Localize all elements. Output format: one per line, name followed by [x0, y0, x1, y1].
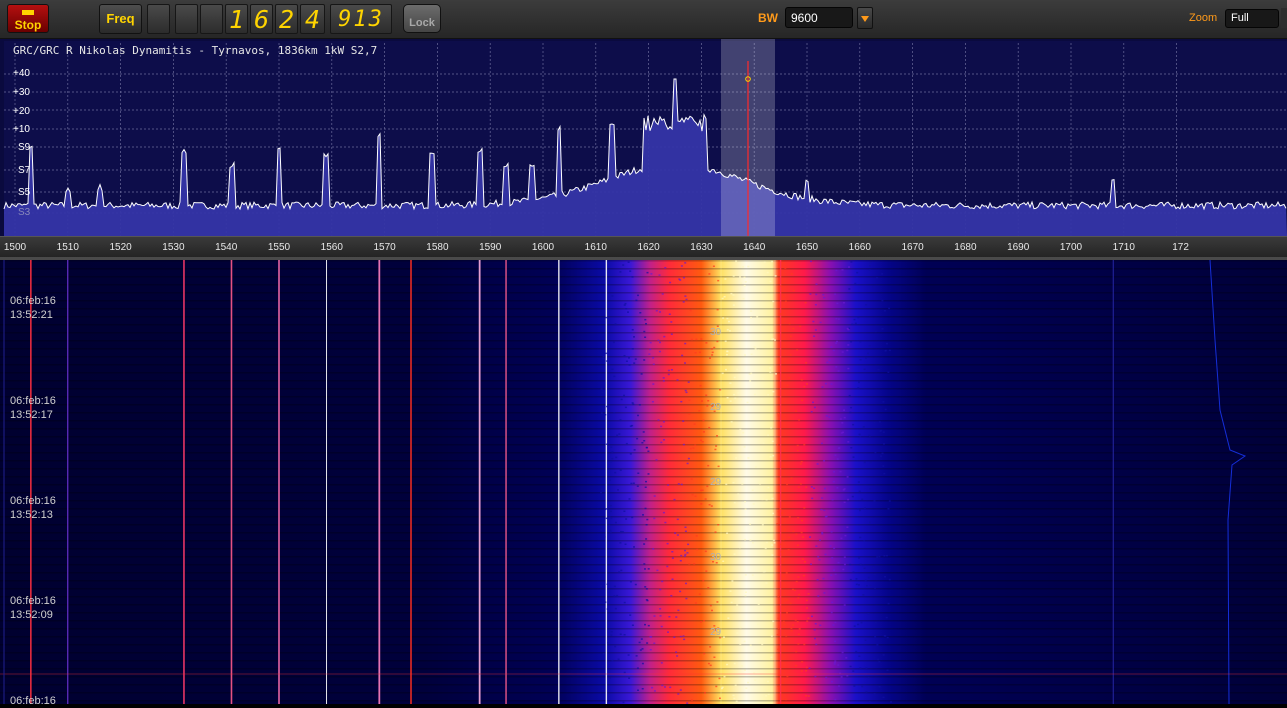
timestamp-item: 06:feb:16 [10, 694, 56, 708]
bw-input[interactable]: 9600 [785, 7, 853, 28]
freq-digit-5[interactable]: 6 [250, 4, 273, 34]
waterfall-display[interactable] [0, 260, 1287, 704]
freq-digit-2[interactable] [175, 4, 198, 34]
freq-tick-label: 1640 [743, 242, 766, 253]
freq-tick-label: 1560 [320, 242, 343, 253]
freq-digit-7[interactable]: 4 [300, 4, 325, 34]
zoom-select[interactable]: Full [1225, 9, 1279, 28]
timestamp-time: 13:52:13 [10, 509, 53, 521]
lock-button[interactable]: Lock [403, 4, 441, 33]
level-label: S9 [18, 142, 31, 153]
level-label: +20 [13, 106, 30, 117]
waterfall-marker: 29 [710, 477, 722, 488]
freq-digit-4[interactable]: 1 [225, 4, 248, 34]
lock-button-label: Lock [409, 17, 435, 29]
bw-dropdown-button[interactable] [857, 7, 873, 29]
freq-tick-label: 1500 [3, 242, 27, 253]
freq-tick-label: 1680 [954, 242, 977, 253]
chevron-down-icon [861, 16, 869, 22]
waterfall-marker: 29 [710, 627, 722, 638]
level-label: +40 [13, 68, 30, 79]
bw-label: BW [758, 11, 778, 25]
freq-tick-label: 1540 [215, 242, 238, 253]
freq-tick-label: 1700 [1059, 242, 1083, 253]
freq-tick-label: 1510 [56, 242, 79, 253]
freq-tick-label: 1650 [795, 242, 819, 253]
freq-tick-label: 1530 [162, 242, 185, 253]
stop-lamp-icon [22, 10, 34, 15]
freq-tick-label: 1600 [531, 242, 555, 253]
spectrum-display[interactable] [0, 39, 1287, 256]
level-label: +30 [13, 87, 30, 98]
freq-tick-label: 1690 [1007, 242, 1030, 253]
level-label: +10 [13, 124, 30, 135]
freq-tick-label: 1660 [848, 242, 871, 253]
level-label: S5 [18, 187, 31, 198]
timestamp-date: 06:feb:16 [10, 295, 56, 307]
waterfall-marker: 30 [710, 552, 722, 563]
level-label: S3 [18, 207, 31, 218]
timestamp-date: 06:feb:16 [10, 595, 56, 607]
freq-digit-3[interactable] [200, 4, 223, 34]
freq-tick-label: 1670 [901, 242, 924, 253]
timestamp-date: 06:feb:16 [10, 395, 56, 407]
level-label: S7 [18, 165, 31, 176]
frequency-scale[interactable]: 1500 1510 1520 1530 1540 1550 1560 1570 1580 1590… [0, 236, 1287, 259]
toolbar: Stop Freq 1 6 2 4 913 Lock BW 9600 Zoom … [0, 0, 1287, 39]
timestamp-time: 13:52:21 [10, 309, 53, 321]
freq-tick-label: 1620 [637, 242, 660, 253]
timestamp-time: 13:52:09 [10, 609, 53, 621]
freq-digit-1[interactable] [147, 4, 170, 34]
waterfall-marker: 29 [710, 402, 722, 413]
stop-button-label: Stop [14, 18, 42, 32]
freq-tick-label: 1590 [479, 242, 502, 253]
stop-button[interactable]: Stop [7, 4, 49, 33]
freq-tick-label: 1520 [109, 242, 132, 253]
waterfall-marker: 30 [710, 327, 722, 338]
timestamp-item: 06:feb:16 13:52:17 [10, 394, 56, 422]
freq-tick-label: 172 [1172, 242, 1189, 253]
zoom-label: Zoom [1189, 12, 1218, 24]
freq-tick-label: 1580 [426, 242, 449, 253]
station-info: GRC/GRC R Nikolas Dynamitis - Tyrnavos, … [13, 44, 378, 57]
timestamp-item: 06:feb:16 13:52:09 [10, 594, 56, 622]
freq-digit-6[interactable]: 2 [275, 4, 298, 34]
timestamp-item: 06:feb:16 13:52:21 [10, 294, 56, 322]
timestamp-date: 06:feb:16 [10, 495, 56, 507]
freq-tick-label: 1570 [373, 242, 396, 253]
zoom-dropdown-button[interactable] [1281, 8, 1287, 28]
freq-sub-digits[interactable]: 913 [330, 4, 392, 34]
freq-button[interactable]: Freq [99, 4, 142, 34]
timestamp-date: 06:feb:16 [10, 695, 56, 707]
freq-tick-label: 1610 [584, 242, 607, 253]
freq-tick-label: 1710 [1112, 242, 1135, 253]
freq-tick-label: 1550 [267, 242, 291, 253]
timestamp-item: 06:feb:16 13:52:13 [10, 494, 56, 522]
timestamp-time: 13:52:17 [10, 409, 53, 421]
freq-tick-label: 1630 [690, 242, 713, 253]
